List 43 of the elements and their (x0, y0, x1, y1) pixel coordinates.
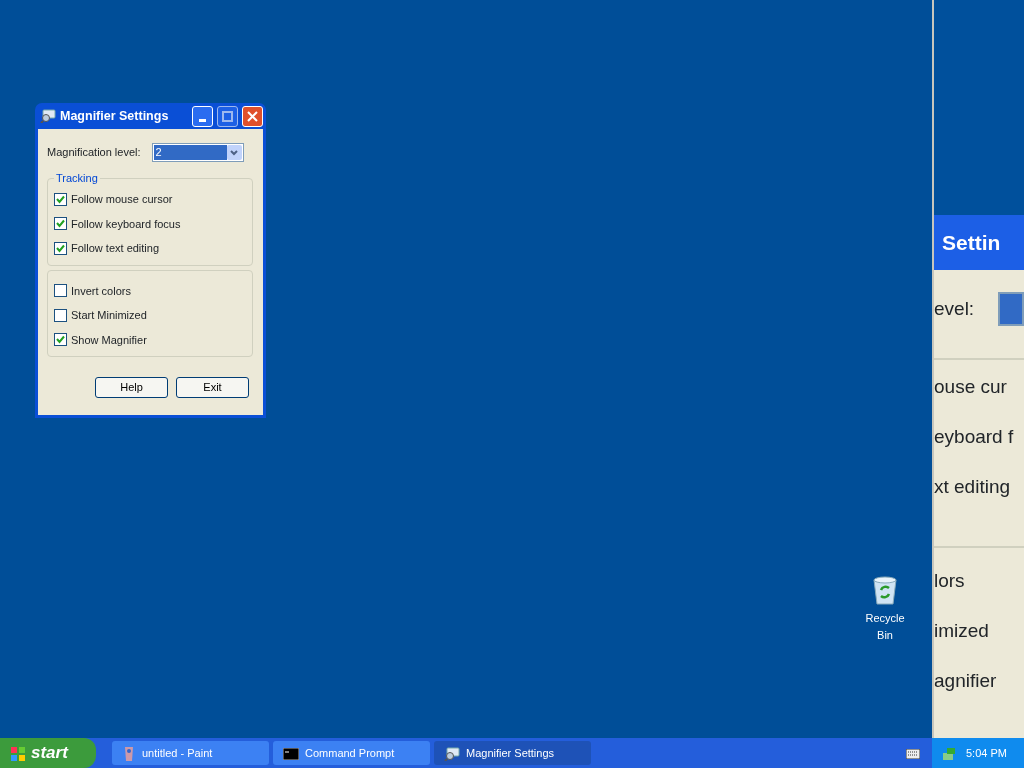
checkbox[interactable] (54, 284, 67, 298)
magnified-text: xt editing (934, 475, 1012, 499)
clock: 5:04 PM (966, 745, 1007, 761)
checkbox[interactable] (54, 192, 67, 206)
checkbox[interactable] (54, 308, 67, 322)
maximize-button[interactable] (217, 105, 238, 127)
paint-icon (122, 744, 136, 762)
taskbar-button[interactable]: Command Prompt (273, 741, 430, 765)
checkbox[interactable] (54, 241, 67, 255)
desktop-icon-label[interactable]: Recycle Bin (857, 610, 913, 643)
checkbox-label: Invert colors (71, 283, 131, 299)
magnified-text: lors (934, 569, 966, 593)
checkbox[interactable] (54, 217, 67, 231)
checkbox-label: Follow mouse cursor (71, 192, 173, 207)
magnifier-icon (444, 744, 460, 762)
checkbox[interactable] (54, 333, 67, 347)
minimize-icon (199, 118, 206, 122)
checkbox-label: Start Minimized (71, 308, 147, 323)
group-label: Tracking (54, 172, 100, 184)
minimize-button[interactable] (192, 105, 213, 127)
magnified-text: imized (934, 619, 990, 643)
dialog-button[interactable]: Help (95, 377, 168, 398)
start-button[interactable]: start (0, 738, 96, 768)
close-icon (247, 110, 258, 122)
magnified-text: ouse cur (934, 375, 1008, 399)
taskbar-button[interactable]: Magnifier Settings (434, 741, 591, 765)
recycle-bin-icon (871, 576, 899, 606)
field-label: Magnification level: (47, 145, 141, 161)
magnifier-icon (40, 106, 56, 126)
magnified-field (998, 292, 1024, 326)
window-title: Magnifier Settings (60, 107, 169, 125)
close-button[interactable] (242, 105, 263, 127)
magnified-text: agnifier (934, 669, 998, 693)
checkbox-label: Follow text editing (71, 241, 160, 256)
taskbar-button[interactable]: untitled - Paint (112, 741, 269, 765)
maximize-icon (222, 110, 233, 122)
checkbox-label: Follow keyboard focus (71, 216, 181, 232)
magnified-text: eyboard f (934, 425, 1015, 449)
magnified-title: Settin (934, 215, 1024, 270)
checkbox-label: Show Magnifier (71, 332, 147, 348)
dialog-button[interactable]: Exit (176, 377, 249, 398)
magnified-text: evel: (934, 297, 975, 321)
magnification-dropdown[interactable]: 2 (151, 143, 244, 162)
